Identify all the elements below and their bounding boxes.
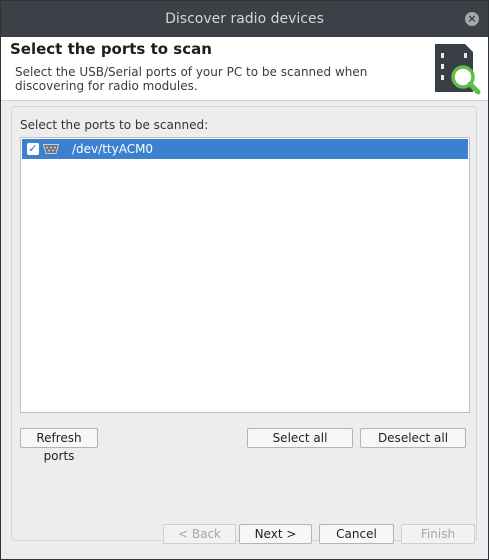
wizard-header: Select the ports to scan Select the USB/…: [1, 37, 488, 101]
discover-dialog: Discover radio devices × Select the port…: [0, 0, 489, 560]
title-bar[interactable]: Discover radio devices ×: [1, 1, 488, 37]
ports-label: Select the ports to be scanned:: [20, 118, 209, 132]
refresh-ports-button[interactable]: Refresh ports: [20, 428, 98, 463]
port-label: /dev/ttyACM0: [72, 142, 154, 156]
port-row[interactable]: ✓ /dev/ttyACM0: [22, 139, 468, 159]
next-button[interactable]: Next >: [239, 524, 312, 544]
sd-card-search-icon: [435, 44, 481, 95]
select-all-button[interactable]: Select all: [247, 428, 353, 448]
window-title: Discover radio devices: [165, 11, 324, 27]
serial-port-icon: [43, 144, 59, 154]
ports-list[interactable]: ✓ /dev/ttyACM0: [20, 137, 470, 413]
port-checkbox[interactable]: ✓: [27, 143, 39, 155]
page-title: Select the ports to scan: [10, 40, 212, 58]
cancel-button[interactable]: Cancel: [319, 524, 394, 544]
close-icon[interactable]: ×: [465, 12, 479, 26]
page-description: Select the USB/Serial ports of your PC t…: [15, 65, 368, 93]
deselect-all-button[interactable]: Deselect all: [360, 428, 466, 448]
finish-button[interactable]: Finish: [401, 524, 475, 544]
back-button[interactable]: < Back: [163, 524, 236, 544]
